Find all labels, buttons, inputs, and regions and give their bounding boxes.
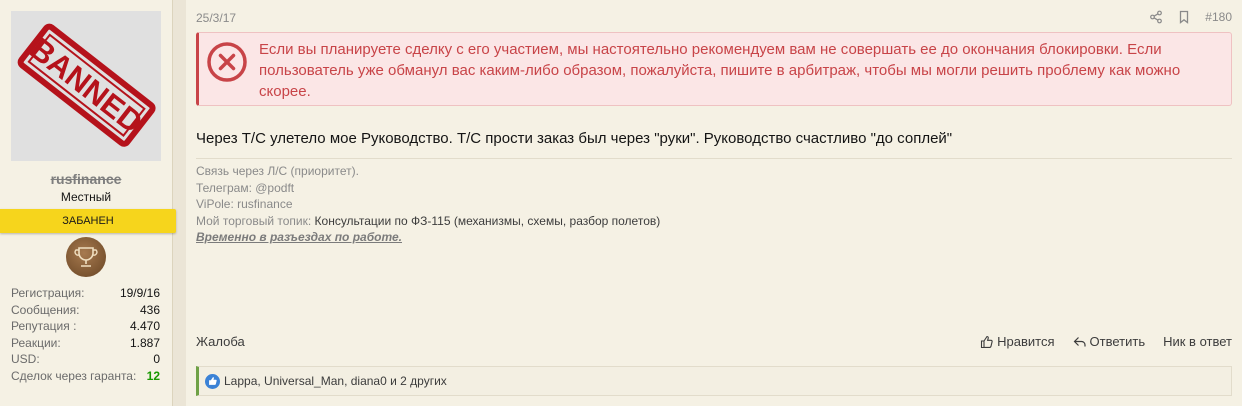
reactions-bar: Lappa, Universal_Man, diana0 и 2 других: [196, 366, 1232, 396]
signature-line: ViPole: rusfinance: [196, 197, 293, 212]
signature-line: Связь через Л/С (приоритет).: [196, 164, 359, 178]
stat-guarantor-deals: Сделок через гаранта: 12: [11, 368, 160, 383]
stat-reputation: Репутация : 4.470: [11, 319, 160, 334]
signature-away-text: Временно в разъездах по работе.: [196, 230, 402, 245]
signature-line: Телеграм: @podft: [196, 180, 295, 195]
alert-text: Если вы планируете сделку с его участием…: [259, 41, 1181, 100]
post-header-actions: #180: [1149, 10, 1232, 24]
nick-reply-button[interactable]: Ник в ответ: [1163, 334, 1232, 349]
post-footer-actions: Нравится Ответить Ник в ответ: [980, 334, 1232, 349]
post-container: BANNED rusfinance Местный ЗАБАНЕН Регист…: [0, 0, 1242, 406]
trading-topic-link[interactable]: Консультации по ФЗ-115 (механизмы, схемы…: [315, 214, 661, 228]
reply-button[interactable]: Ответить: [1073, 334, 1145, 349]
error-x-icon: [207, 42, 247, 82]
user-stats: Регистрация: 19/9/16 Сообщения: 436 Репу…: [11, 285, 160, 385]
trophy-icon[interactable]: [66, 237, 106, 277]
ban-warning-alert: Если вы планируете сделку с его участием…: [196, 32, 1232, 106]
user-panel: BANNED rusfinance Местный ЗАБАНЕН Регист…: [0, 0, 176, 406]
user-title: Местный: [60, 190, 112, 204]
post-date[interactable]: 25/3/17: [196, 11, 236, 25]
reactions-users[interactable]: Lappa, Universal_Man, diana0 и 2 других: [224, 374, 447, 388]
post-main: 25/3/17 #180 Если вы планируете сделку с…: [186, 0, 1242, 406]
thumbs-up-icon: [981, 335, 993, 348]
stat-reactions: Реакции: 1.887: [11, 335, 160, 350]
signature: Связь через Л/С (приоритет). Телеграм: @…: [196, 163, 660, 246]
stat-messages: Сообщения: 436: [11, 302, 160, 317]
stat-usd: USD: 0: [11, 352, 160, 367]
signature-divider: [196, 158, 1232, 159]
banned-banner: ЗАБАНЕН: [0, 209, 176, 233]
reply-icon: [1073, 336, 1086, 346]
bookmark-icon[interactable]: [1177, 10, 1191, 24]
avatar[interactable]: BANNED: [11, 11, 161, 161]
post-number[interactable]: #180: [1205, 10, 1232, 24]
username[interactable]: rusfinance: [0, 171, 172, 187]
signature-line: Мой торговый топик: Консультации по ФЗ-1…: [196, 213, 661, 228]
share-icon[interactable]: [1149, 10, 1163, 24]
report-link[interactable]: Жалоба: [196, 334, 245, 349]
like-button[interactable]: Нравится: [980, 334, 1055, 349]
banned-stamp-icon: BANNED: [17, 23, 156, 147]
like-reaction-icon: [205, 373, 220, 389]
post-body: Через Т/С улетело мое Руководство. Т/С п…: [196, 130, 953, 147]
signature-line: Временно в разъездах по работе.: [196, 229, 660, 246]
stat-registration: Регистрация: 19/9/16: [11, 286, 160, 300]
